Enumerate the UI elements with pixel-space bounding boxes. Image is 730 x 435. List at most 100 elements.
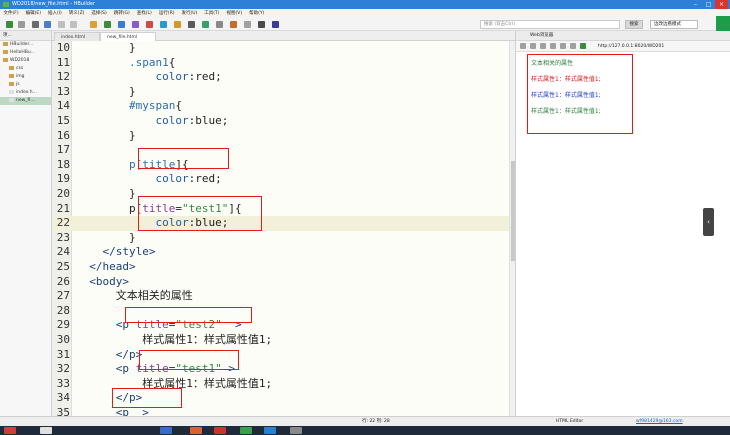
code-line[interactable]: 28 xyxy=(52,304,515,319)
back-icon[interactable] xyxy=(520,43,526,49)
line-number: 12 xyxy=(56,70,70,84)
code-line[interactable]: 25 </head> xyxy=(52,260,515,275)
run-icon[interactable] xyxy=(104,21,111,28)
tree-item-css[interactable]: css xyxy=(0,65,51,73)
tree-item-js[interactable]: js xyxy=(0,81,51,89)
search-button[interactable]: 搜索 xyxy=(625,20,643,29)
code-line[interactable]: 10 } xyxy=(52,41,515,56)
folder-icon xyxy=(3,41,8,46)
stop-icon[interactable] xyxy=(146,21,153,28)
format-icon[interactable] xyxy=(174,21,181,28)
home-icon[interactable] xyxy=(560,43,566,49)
code-line[interactable]: 18 p[title]{ xyxy=(52,158,515,173)
plugin-icon[interactable] xyxy=(230,21,237,28)
go-icon[interactable] xyxy=(580,43,586,49)
stop-load-icon[interactable] xyxy=(550,43,556,49)
folder-icon xyxy=(9,81,14,86)
undo-icon[interactable] xyxy=(58,21,65,28)
code-line[interactable]: 11 .span1{ xyxy=(52,56,515,71)
taskbar-app-icon[interactable] xyxy=(190,427,202,434)
settings-icon[interactable] xyxy=(188,21,195,28)
menu-tools[interactable]: 工具(T) xyxy=(201,9,223,18)
project-tab[interactable]: 项... xyxy=(0,31,51,41)
sync-icon[interactable] xyxy=(160,21,167,28)
tree-item-wd2018[interactable]: WD2018 xyxy=(0,57,51,65)
code-line[interactable]: 17 xyxy=(52,143,515,158)
code-editor[interactable]: 10 } 11 .span1{12 color:red; 13 } 14 #myspa… xyxy=(52,41,515,416)
taskbar-app-icon[interactable] xyxy=(4,427,16,434)
debug-icon[interactable] xyxy=(132,21,139,28)
view-icon[interactable] xyxy=(216,21,223,28)
menu-help[interactable]: 帮助(Y) xyxy=(246,9,268,18)
code-line[interactable]: 19 color:red; xyxy=(52,172,515,187)
code-text: color:blue; xyxy=(155,114,229,127)
code-line[interactable]: 15 color:blue; xyxy=(52,114,515,129)
save-all-icon[interactable] xyxy=(44,21,51,28)
code-line[interactable]: 31 </p> xyxy=(52,348,515,363)
menu-publish[interactable]: 发行(U) xyxy=(178,9,201,18)
code-line[interactable]: 16 } xyxy=(52,129,515,144)
taskbar-app-icon[interactable] xyxy=(290,427,302,434)
code-line[interactable]: 20 } xyxy=(52,187,515,202)
more-icon[interactable] xyxy=(244,21,251,28)
file-icon xyxy=(9,89,14,94)
menu-select[interactable]: 选择(S) xyxy=(88,9,110,18)
save-icon[interactable] xyxy=(32,21,39,28)
code-line[interactable]: 32 <p title="test1" > xyxy=(52,362,515,377)
code-line[interactable]: 30 样式属性1：样式属性值1; xyxy=(52,333,515,348)
code-line[interactable]: 26 <body> xyxy=(52,275,515,290)
maximize-icon[interactable]: □ xyxy=(702,0,715,9)
menu-insert[interactable]: 插入(I) xyxy=(44,9,65,18)
menu-escape[interactable]: 转义(Z) xyxy=(65,9,88,18)
taskbar-app-icon[interactable] xyxy=(264,427,276,434)
code-line[interactable]: 13 } xyxy=(52,85,515,100)
tree-item-label: index.h... xyxy=(16,90,37,95)
overlay-button-icon[interactable] xyxy=(716,16,730,32)
taskbar-app-icon[interactable] xyxy=(40,427,52,434)
menu-file[interactable]: 文件(F) xyxy=(0,9,22,18)
refresh-icon[interactable] xyxy=(540,43,546,49)
menu-find[interactable]: 查找(L) xyxy=(133,9,155,18)
line-number: 18 xyxy=(56,157,70,171)
code-line[interactable]: 21 p[title="test1"]{ xyxy=(52,202,515,217)
code-line[interactable]: 27 文本相关的属性 xyxy=(52,289,515,304)
menu-view[interactable]: 视图(V) xyxy=(223,9,246,18)
tab-new-file-html[interactable]: new_file.html xyxy=(100,32,156,41)
code-line[interactable]: 24 </style> xyxy=(52,245,515,260)
code-line[interactable]: 22 color:blue; xyxy=(52,216,515,231)
code-line[interactable]: 29 <p title="test2" > xyxy=(52,318,515,333)
minimize-icon[interactable]: – xyxy=(689,0,702,9)
taskbar-app-icon[interactable] xyxy=(160,427,172,434)
web-browser-tab[interactable]: Web浏览器 xyxy=(516,31,730,41)
help-icon[interactable] xyxy=(272,21,279,28)
tree-item-hbuilder[interactable]: HBuilder... xyxy=(0,41,51,49)
menu-edit[interactable]: 编辑(E) xyxy=(22,9,44,18)
tree-item-hellohbuilder[interactable]: HelloHBu... xyxy=(0,49,51,57)
browser-icon[interactable] xyxy=(118,21,125,28)
code-line[interactable]: 23 } xyxy=(52,231,515,246)
code-line[interactable]: 12 color:red; xyxy=(52,70,515,85)
tree-item-index[interactable]: index.h... xyxy=(0,89,51,97)
line-number: 31 xyxy=(56,347,70,361)
tree-item-new-file[interactable]: new_fi... xyxy=(0,97,51,105)
dropdown-icon[interactable] xyxy=(18,21,25,28)
tab-index-html[interactable]: index.html xyxy=(54,32,100,41)
preview-icon[interactable] xyxy=(202,21,209,28)
devtools-icon[interactable] xyxy=(570,43,576,49)
close-icon[interactable]: × xyxy=(715,0,728,9)
redo-icon[interactable] xyxy=(70,21,77,28)
menu-run[interactable]: 运行(R) xyxy=(155,9,178,18)
code-line[interactable]: 14 #myspan{ xyxy=(52,99,515,114)
terminal-icon[interactable] xyxy=(258,21,265,28)
bookmark-icon[interactable] xyxy=(90,21,97,28)
mode-select[interactable]: 边改边看模式 xyxy=(650,20,698,29)
forward-icon[interactable] xyxy=(530,43,536,49)
taskbar-app-icon[interactable] xyxy=(240,427,252,434)
new-file-icon[interactable] xyxy=(6,21,13,28)
menu-goto[interactable]: 跳转(G) xyxy=(110,9,133,18)
taskbar-app-icon[interactable] xyxy=(214,427,226,434)
collapse-arrow-icon[interactable]: ‹ xyxy=(703,208,714,236)
search-input[interactable]: 搜索 (双击Ctrl) xyxy=(480,20,620,29)
preview-url[interactable]: http://127.0.0.1:8020/WD201 xyxy=(598,43,690,50)
tree-item-img[interactable]: img xyxy=(0,73,51,81)
